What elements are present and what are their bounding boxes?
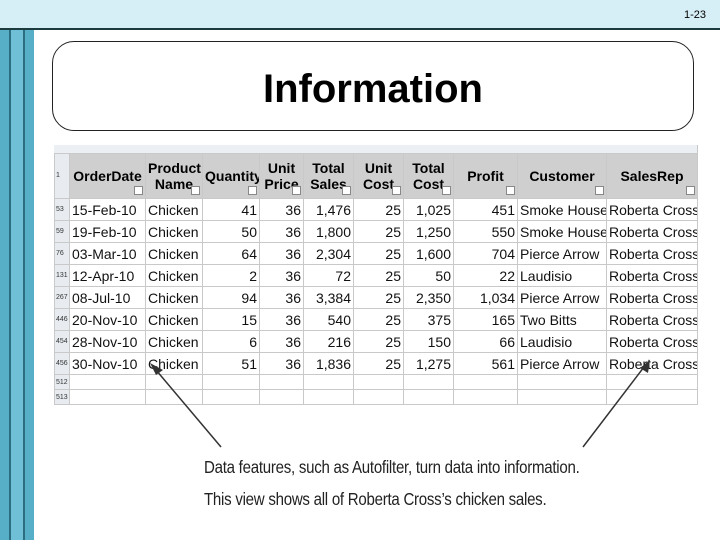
caption-line-2: This view shows all of Roberta Cross’s c…	[204, 489, 547, 509]
arrow-to-product-column	[155, 369, 222, 448]
caption-line-1: Data features, such as Autofilter, turn …	[204, 457, 580, 477]
arrow-to-salesrep-column	[582, 366, 645, 448]
arrowhead-icon	[150, 363, 163, 375]
